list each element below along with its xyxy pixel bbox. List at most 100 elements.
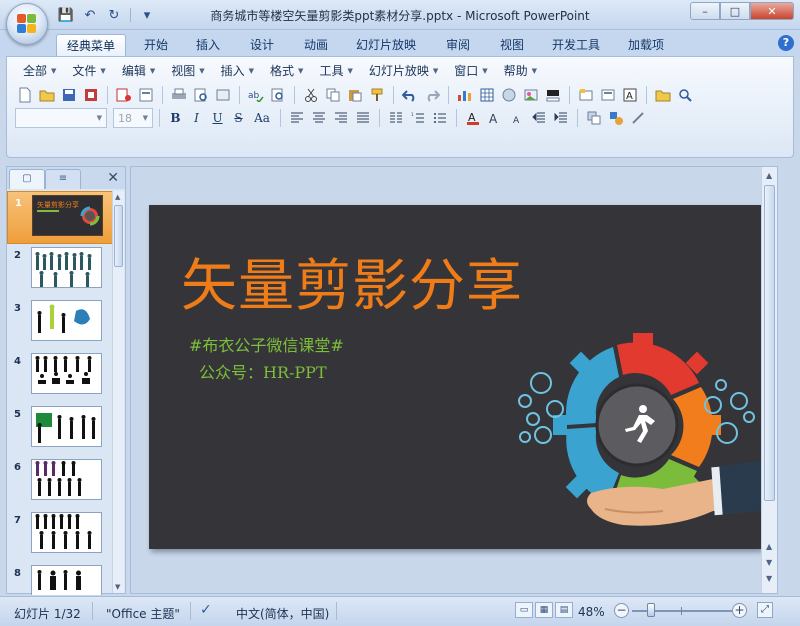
effects-icon[interactable] bbox=[628, 108, 648, 128]
normal-view-icon[interactable]: ▭ bbox=[515, 602, 533, 618]
tab-review[interactable]: 审阅 bbox=[436, 34, 480, 56]
align-center-icon[interactable] bbox=[309, 108, 329, 128]
scroll-up-icon[interactable]: ▲ bbox=[115, 193, 120, 201]
research-icon[interactable] bbox=[268, 85, 288, 105]
bullets-icon[interactable] bbox=[430, 108, 450, 128]
editor-scrollbar[interactable]: ▲ ▲ ▼ ▼ bbox=[761, 167, 777, 593]
align-left-icon[interactable] bbox=[287, 108, 307, 128]
menu-window[interactable]: 窗口 ▼ bbox=[446, 62, 495, 80]
menu-all[interactable]: 全部 ▼ bbox=[15, 62, 64, 80]
spell-check-icon[interactable]: ✓ bbox=[200, 602, 212, 618]
menu-format[interactable]: 格式 ▼ bbox=[262, 62, 311, 80]
tab-insert[interactable]: 插入 bbox=[186, 34, 230, 56]
menu-edit[interactable]: 编辑 ▼ bbox=[114, 62, 163, 80]
insert-table-icon[interactable] bbox=[477, 85, 497, 105]
slide-title[interactable]: 矢量剪影分享 bbox=[181, 241, 523, 322]
slide-thumbnail-5[interactable]: 5 bbox=[7, 403, 113, 456]
slide-thumbnail-6[interactable]: 6 bbox=[7, 456, 113, 509]
slide-subtitle[interactable]: #布衣公子微信课堂# bbox=[189, 332, 344, 356]
italic-button[interactable]: I bbox=[187, 109, 206, 128]
close-button[interactable]: ✕ bbox=[750, 2, 794, 20]
columns-icon[interactable] bbox=[386, 108, 406, 128]
tab-home[interactable]: 开始 bbox=[134, 34, 178, 56]
tab-classic-menu[interactable]: 经典菜单 bbox=[56, 34, 127, 56]
change-case-button[interactable]: Aa bbox=[250, 109, 274, 128]
menu-tools[interactable]: 工具 ▼ bbox=[311, 62, 360, 80]
tab-addins[interactable]: 加载项 bbox=[618, 34, 674, 56]
redo-icon[interactable] bbox=[422, 85, 442, 105]
paste-icon[interactable] bbox=[345, 85, 365, 105]
fit-to-window-icon[interactable]: ⤢ bbox=[757, 602, 773, 618]
thumbnails-scrollbar[interactable]: ▲ ▼ bbox=[112, 191, 124, 593]
office-button[interactable] bbox=[6, 3, 48, 45]
layout-icon[interactable] bbox=[598, 85, 618, 105]
current-slide[interactable]: 矢量剪影分享 #布衣公子微信课堂# 公众号：HR-PPT bbox=[149, 205, 761, 549]
copy-icon[interactable] bbox=[323, 85, 343, 105]
numbering-icon[interactable]: 1 bbox=[408, 108, 428, 128]
tab-slides[interactable]: ▢ bbox=[9, 169, 45, 189]
open-folder-icon[interactable] bbox=[653, 85, 673, 105]
tab-view[interactable]: 视图 bbox=[490, 34, 534, 56]
zoom-out-icon[interactable]: − bbox=[614, 603, 629, 618]
slide-thumbnail-7[interactable]: 7 bbox=[7, 509, 113, 562]
export-pdf-icon[interactable] bbox=[114, 85, 134, 105]
close-icon[interactable]: ✕ bbox=[107, 170, 119, 186]
permission-icon[interactable] bbox=[81, 85, 101, 105]
slide-thumbnail-8[interactable]: 8 bbox=[7, 562, 113, 595]
scrollbar-thumb[interactable] bbox=[764, 185, 775, 501]
minimize-button[interactable]: – bbox=[690, 2, 720, 20]
menu-insert[interactable]: 插入 ▼ bbox=[213, 62, 262, 80]
font-color-icon[interactable]: A bbox=[463, 108, 483, 128]
shrink-font-icon[interactable]: A bbox=[507, 108, 527, 128]
arrange-icon[interactable] bbox=[584, 108, 604, 128]
open-folder-icon[interactable] bbox=[37, 85, 57, 105]
spelling-icon[interactable]: ab bbox=[246, 85, 266, 105]
menu-help[interactable]: 帮助 ▼ bbox=[496, 62, 545, 80]
scroll-down-icon[interactable]: ▼ bbox=[766, 558, 772, 567]
page-setup-icon[interactable] bbox=[213, 85, 233, 105]
format-painter-icon[interactable] bbox=[367, 85, 387, 105]
zoom-level[interactable]: 48% bbox=[578, 605, 605, 619]
shape-fill-icon[interactable] bbox=[543, 85, 563, 105]
underline-button[interactable]: U bbox=[208, 109, 227, 128]
slide-thumbnail-1[interactable]: 1 矢量剪影分享 bbox=[7, 191, 113, 244]
slide-thumbnail-3[interactable]: 3 bbox=[7, 297, 113, 350]
font-family-select[interactable]: ▼ bbox=[15, 108, 107, 128]
print-icon[interactable] bbox=[169, 85, 189, 105]
scrollbar-thumb[interactable] bbox=[114, 205, 123, 267]
slide-thumbnail-4[interactable]: 4 bbox=[7, 350, 113, 403]
maximize-button[interactable]: □ bbox=[720, 2, 750, 20]
scroll-up-icon[interactable]: ▲ bbox=[766, 171, 772, 180]
new-slide-icon[interactable] bbox=[576, 85, 596, 105]
font-size-select[interactable]: 18 ▼ bbox=[113, 108, 153, 128]
language[interactable]: 中文(简体，中国) bbox=[236, 605, 329, 622]
slide-thumbnail-2[interactable]: 2 bbox=[7, 244, 113, 297]
shapes-icon[interactable] bbox=[606, 108, 626, 128]
increase-indent-icon[interactable] bbox=[551, 108, 571, 128]
insert-picture-icon[interactable] bbox=[521, 85, 541, 105]
slideshow-view-icon[interactable]: ▤ bbox=[555, 602, 573, 618]
align-right-icon[interactable] bbox=[331, 108, 351, 128]
tab-animations[interactable]: 动画 bbox=[294, 34, 338, 56]
insert-chart-icon[interactable] bbox=[455, 85, 475, 105]
tab-developer[interactable]: 开发工具 bbox=[542, 34, 610, 56]
grow-font-icon[interactable]: A bbox=[485, 108, 505, 128]
zoom-in-icon[interactable]: + bbox=[732, 603, 747, 618]
theme-name[interactable]: "Office 主题" bbox=[106, 605, 180, 622]
menu-file[interactable]: 文件 ▼ bbox=[64, 62, 113, 80]
print-preview-icon[interactable] bbox=[191, 85, 211, 105]
help-icon[interactable]: ? bbox=[778, 35, 794, 51]
cut-icon[interactable] bbox=[301, 85, 321, 105]
insert-clipart-icon[interactable] bbox=[499, 85, 519, 105]
slide-sorter-icon[interactable]: ▦ bbox=[535, 602, 553, 618]
zoom-slider-handle[interactable] bbox=[647, 603, 655, 617]
scroll-down-icon[interactable]: ▼ bbox=[115, 583, 120, 591]
next-slide-icon[interactable]: ▼ bbox=[766, 574, 772, 583]
strikethrough-button[interactable]: S bbox=[229, 109, 248, 128]
print-layout-icon[interactable] bbox=[136, 85, 156, 105]
save-icon[interactable] bbox=[59, 85, 79, 105]
decrease-indent-icon[interactable] bbox=[529, 108, 549, 128]
justify-icon[interactable] bbox=[353, 108, 373, 128]
tab-outline[interactable]: ≡ bbox=[45, 169, 81, 189]
tab-slideshow[interactable]: 幻灯片放映 bbox=[346, 34, 426, 56]
